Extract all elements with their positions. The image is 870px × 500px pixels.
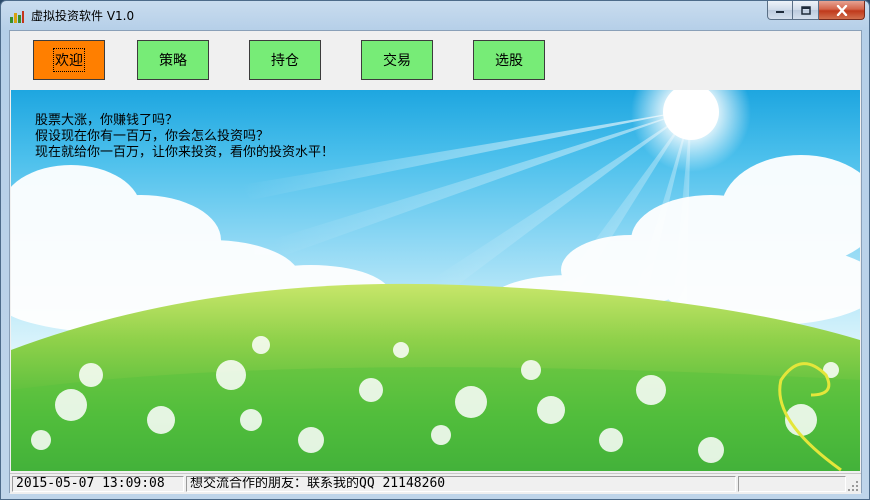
welcome-line: 现在就给你一百万，让你来投资，看你的投资水平！ [35,145,335,160]
tab-holdings-button[interactable]: 持仓 [249,40,321,80]
tab-trade-label: 交易 [383,53,411,69]
close-icon [836,4,847,16]
status-message: 想交流合作的朋友：联系我的QQ 21148260 [186,476,736,492]
client-area: 欢迎 策略 持仓 交易 选股 股票大涨，你赚钱了吗？ 假设现在你有一百万，你会怎… [9,30,862,494]
window-title: 虚拟投资软件 V1.0 [31,9,135,23]
tab-welcome-label: 欢迎 [53,48,85,72]
welcome-background-image: 股票大涨，你赚钱了吗？ 假设现在你有一百万，你会怎么投资吗？ 现在就给你一百万，… [11,90,860,471]
tab-strategy-label: 策略 [159,53,187,69]
tab-welcome-button[interactable]: 欢迎 [33,40,105,80]
status-bar: 2015-05-07 13:09:08 想交流合作的朋友：联系我的QQ 2114… [10,473,861,494]
welcome-message: 股票大涨，你赚钱了吗？ 假设现在你有一百万，你会怎么投资吗？ 现在就给你一百万，… [35,113,334,161]
title-bar[interactable]: 虚拟投资软件 V1.0 [1,1,869,29]
status-extra [738,476,846,492]
maximize-button[interactable] [793,1,819,20]
tab-stock-picker-button[interactable]: 选股 [473,40,545,80]
close-button[interactable] [819,1,865,20]
minimize-icon [776,11,784,13]
tab-strategy-button[interactable]: 策略 [137,40,209,80]
welcome-line: 股票大涨，你赚钱了吗？ [35,113,179,128]
minimize-button[interactable] [767,1,793,20]
maximize-icon [800,5,811,15]
stock-chart-app-icon [10,11,24,23]
tab-trade-button[interactable]: 交易 [361,40,433,80]
tab-stock-picker-label: 选股 [495,53,523,69]
status-datetime: 2015-05-07 13:09:08 [12,476,184,492]
tab-holdings-label: 持仓 [271,53,299,69]
caption-buttons [767,1,865,21]
toolbar: 欢迎 策略 持仓 交易 选股 [10,31,861,89]
resize-grip-icon[interactable] [847,480,859,492]
app-window: 虚拟投资软件 V1.0 欢迎 策略 持仓 交易 选股 股票大涨，你赚钱了吗？ 假… [0,0,870,500]
welcome-line: 假设现在你有一百万，你会怎么投资吗？ [35,129,270,144]
